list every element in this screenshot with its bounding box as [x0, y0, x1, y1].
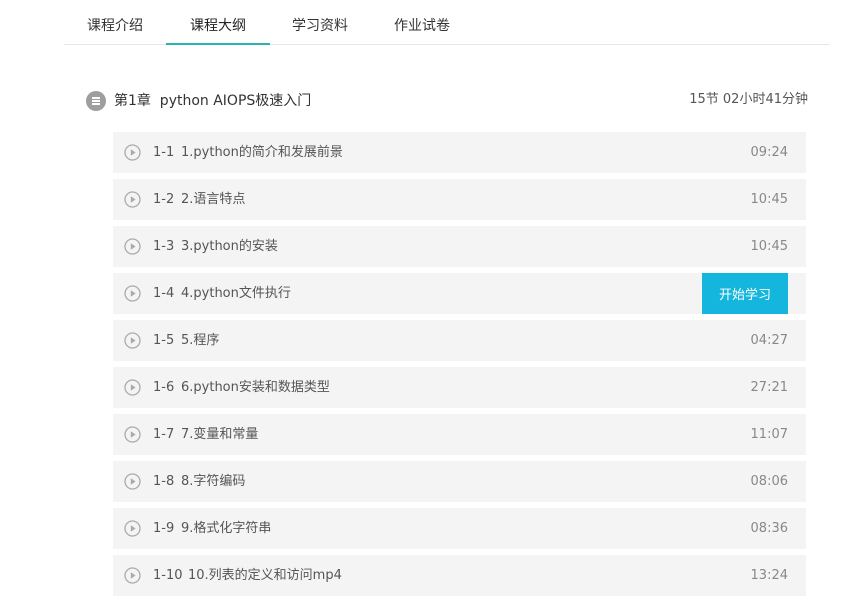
play-circle-icon — [124, 473, 141, 490]
lesson-item[interactable]: 1-3 3.python的安装 10:45 — [113, 226, 806, 267]
chapter-title: 第1章 python AIOPS极速入门 — [114, 93, 312, 109]
lesson-duration: 27:21 — [750, 380, 788, 395]
lesson-number: 1-3 — [153, 239, 175, 254]
lesson-number: 1-9 — [153, 521, 175, 536]
lesson-item[interactable]: 1-7 7.变量和常量 11:07 — [113, 414, 806, 455]
lesson-item[interactable]: 1-1 1.python的简介和发展前景 09:24 — [113, 132, 806, 173]
lesson-number: 1-10 — [153, 568, 183, 583]
lesson-duration: 09:24 — [750, 145, 788, 160]
lesson-duration: 10:45 — [750, 239, 788, 254]
lesson-item[interactable]: 1-9 9.格式化字符串 08:36 — [113, 508, 806, 549]
play-circle-icon — [124, 191, 141, 208]
lesson-number: 1-1 — [153, 145, 175, 160]
lesson-list: 1-1 1.python的简介和发展前景 09:24 1-2 2.语言特点 10… — [113, 132, 806, 598]
tab-course-intro[interactable]: 课程介绍 — [64, 0, 166, 44]
course-page: 课程介绍 课程大纲 学习资料 作业试卷 第1章 python AIOPS极速入门… — [0, 0, 844, 598]
lesson-item[interactable]: 1-5 5.程序 04:27 — [113, 320, 806, 361]
lesson-number: 1-6 — [153, 380, 175, 395]
list-icon — [86, 91, 106, 111]
lesson-number: 1-4 — [153, 286, 175, 301]
tab-course-outline[interactable]: 课程大纲 — [166, 0, 270, 45]
lesson-title: 7.变量和常量 — [181, 427, 259, 442]
play-circle-icon — [124, 332, 141, 349]
lesson-item[interactable]: 1-2 2.语言特点 10:45 — [113, 179, 806, 220]
lesson-item[interactable]: 1-8 8.字符编码 08:06 — [113, 461, 806, 502]
lesson-title: 3.python的安装 — [181, 239, 278, 254]
play-circle-icon — [124, 379, 141, 396]
lesson-duration: 13:24 — [750, 568, 788, 583]
lesson-duration: 08:36 — [750, 521, 788, 536]
lesson-title: 1.python的简介和发展前景 — [181, 145, 343, 160]
play-circle-icon — [124, 285, 141, 302]
chapter-meta: 15节 02小时41分钟 — [689, 92, 808, 107]
lesson-number: 1-2 — [153, 192, 175, 207]
lesson-title: 2.语言特点 — [181, 192, 246, 207]
lesson-number: 1-5 — [153, 333, 175, 348]
play-circle-icon — [124, 426, 141, 443]
tab-study-materials[interactable]: 学习资料 — [270, 0, 370, 44]
play-circle-icon — [124, 238, 141, 255]
play-circle-icon — [124, 520, 141, 537]
lesson-title: 8.字符编码 — [181, 474, 246, 489]
lesson-item[interactable]: 1-10 10.列表的定义和访问mp4 13:24 — [113, 555, 806, 596]
start-learning-button[interactable]: 开始学习 — [702, 273, 788, 314]
lesson-item[interactable]: 1-6 6.python安装和数据类型 27:21 — [113, 367, 806, 408]
lesson-title: 9.格式化字符串 — [181, 521, 272, 536]
lesson-title: 5.程序 — [181, 333, 220, 348]
lesson-title: 4.python文件执行 — [181, 286, 291, 301]
chapter-header: 第1章 python AIOPS极速入门 15节 02小时41分钟 — [86, 88, 808, 114]
lesson-duration: 10:45 — [750, 192, 788, 207]
lesson-duration: 11:07 — [750, 427, 788, 442]
lesson-number: 1-7 — [153, 427, 175, 442]
lesson-item[interactable]: 1-4 4.python文件执行 开始学习 — [113, 273, 806, 314]
lesson-number: 1-8 — [153, 474, 175, 489]
tab-homework-exams[interactable]: 作业试卷 — [370, 0, 474, 44]
play-circle-icon — [124, 567, 141, 584]
play-circle-icon — [124, 144, 141, 161]
course-tabs: 课程介绍 课程大纲 学习资料 作业试卷 — [64, 0, 830, 45]
lesson-title: 6.python安装和数据类型 — [181, 380, 330, 395]
lesson-duration: 08:06 — [750, 474, 788, 489]
lesson-duration: 04:27 — [750, 333, 788, 348]
lesson-title: 10.列表的定义和访问mp4 — [188, 568, 342, 583]
